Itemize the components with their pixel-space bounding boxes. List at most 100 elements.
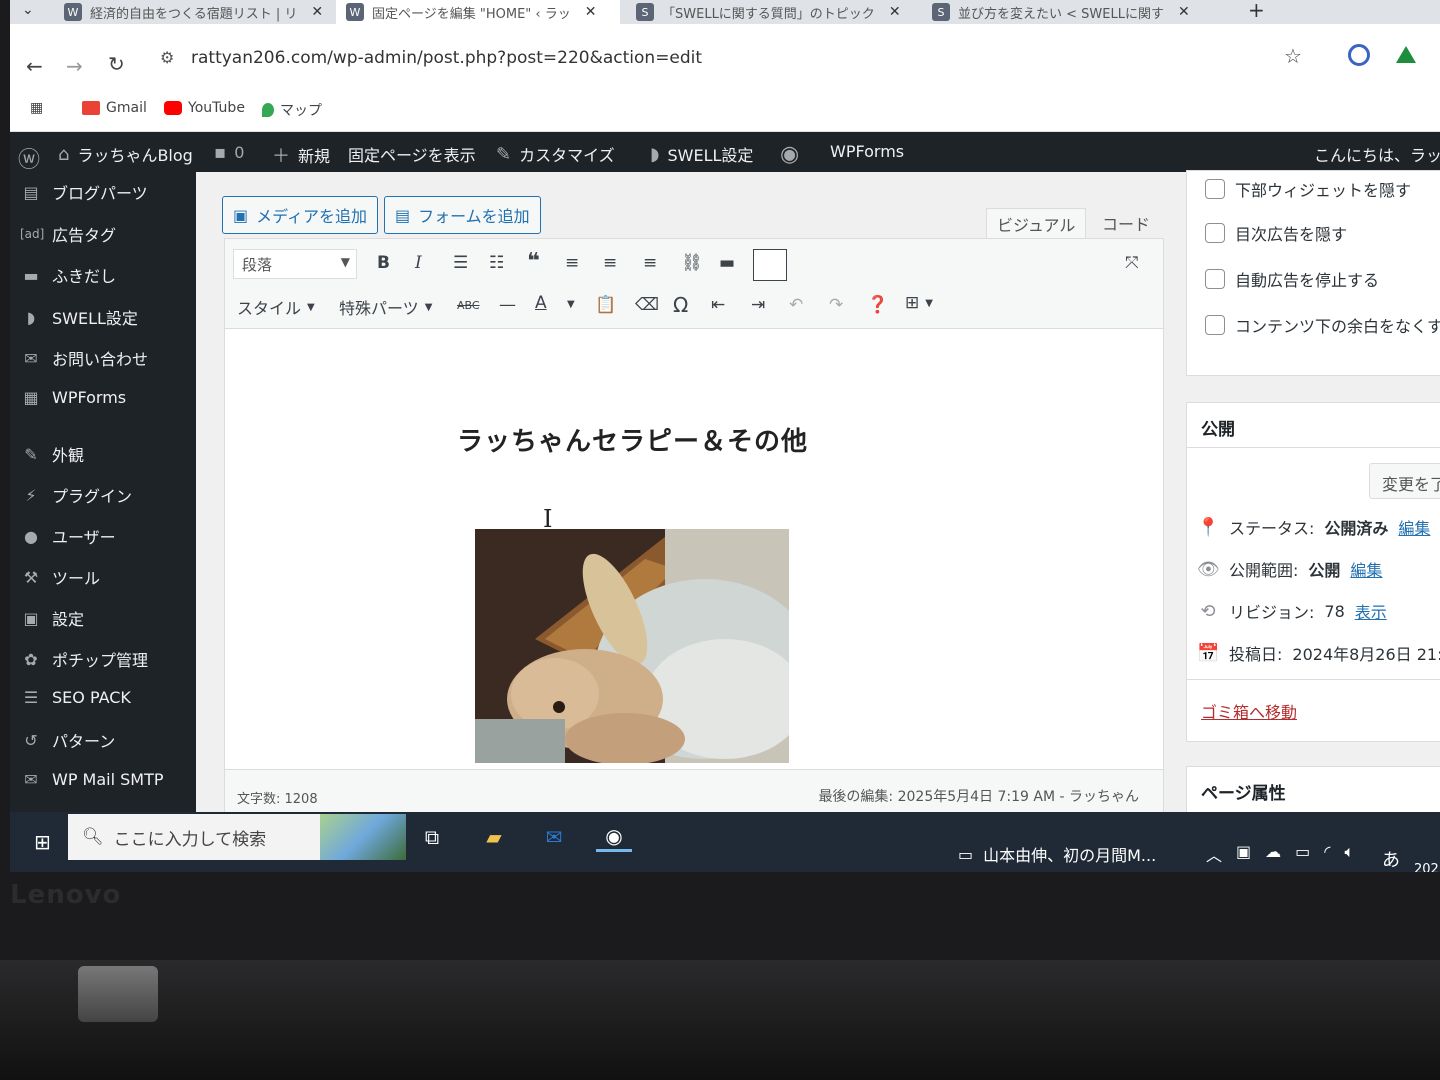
sidebar-item-balloon[interactable]: ▬ ふきだし xyxy=(20,263,116,287)
sidebar-item-plugins[interactable]: ⚡ プラグイン xyxy=(20,483,132,507)
status-edit-link[interactable]: 編集 xyxy=(1398,515,1430,539)
toolbar-toggle-icon[interactable] xyxy=(753,249,787,281)
checkbox[interactable] xyxy=(1205,223,1225,243)
sidebar-item-settings[interactable]: ▣ 設定 xyxy=(20,606,84,630)
admin-bar-wpforms[interactable]: WPForms xyxy=(830,142,904,161)
sidebar-item-ad-tag[interactable]: [ad] 広告タグ xyxy=(20,222,116,246)
admin-bar-wp-icon[interactable]: ◉ xyxy=(780,142,799,167)
sidebar-item-contact[interactable]: ✉ お問い合わせ xyxy=(20,346,148,370)
close-icon[interactable]: ✕ xyxy=(1178,4,1190,20)
text-color-icon[interactable]: A xyxy=(535,293,547,313)
page-title[interactable]: ラッちゃんセラピー＆その他 xyxy=(457,421,808,458)
outdent-icon[interactable]: ⇤ xyxy=(711,295,725,315)
file-explorer-icon[interactable]: ▰ xyxy=(476,822,512,852)
wordpress-logo-icon[interactable]: ⓦ xyxy=(18,142,40,174)
apps-grid-icon[interactable]: ▦ xyxy=(30,100,43,116)
chrome-icon[interactable]: ◉ xyxy=(596,822,632,852)
align-right-icon[interactable]: ≡ xyxy=(643,253,657,273)
admin-bar-comments[interactable]: ▪ 0 xyxy=(214,142,244,163)
revisions-show-link[interactable]: 表示 xyxy=(1355,599,1387,623)
browser-tab-4[interactable]: S 並び方を変えたい < SWELLに関す ✕ xyxy=(922,0,1228,24)
browser-tab-3[interactable]: S 「SWELLに関する質問」のトピック ✕ xyxy=(626,0,916,24)
taskbar-clock[interactable]: 202 xyxy=(1414,862,1439,872)
taskbar-search-input[interactable]: 🔍︎ ここに入力して検索 xyxy=(68,814,406,860)
horizontal-line-icon[interactable]: — xyxy=(499,295,516,315)
sidebar-item-users[interactable]: ● ユーザー xyxy=(20,524,116,548)
admin-bar-swell[interactable]: ◗ SWELL設定 xyxy=(650,142,753,166)
bookmark-star-icon[interactable]: ☆ xyxy=(1284,44,1302,68)
bookmark-maps[interactable]: マップ xyxy=(262,100,322,120)
battery-icon[interactable]: ▭ xyxy=(1295,842,1310,866)
undo-icon[interactable]: ↶ xyxy=(789,295,803,315)
text-color-chevron-icon[interactable]: ▼ xyxy=(567,299,575,310)
news-widget[interactable]: ▭ 山本由伸、初の月間M... xyxy=(958,842,1156,866)
admin-bar-greeting[interactable]: こんにちは、ラッ xyxy=(1314,142,1440,166)
table-icon[interactable]: ⊞ ▼ xyxy=(905,293,933,313)
tab-visual[interactable]: ビジュアル xyxy=(986,208,1087,238)
checkbox-remove-bottom-margin[interactable]: コンテンツ下の余白をなくす xyxy=(1205,313,1440,337)
dog-photo[interactable] xyxy=(475,529,789,763)
url-field[interactable]: rattyan206.com/wp-admin/post.php?post=22… xyxy=(191,48,702,68)
admin-bar-new[interactable]: ＋ 新規 xyxy=(272,142,330,168)
italic-icon[interactable]: I xyxy=(415,253,422,273)
page-attributes-title[interactable]: ページ属性 xyxy=(1201,779,1286,804)
clear-format-icon[interactable]: ⌫ xyxy=(635,295,659,315)
add-form-button[interactable]: ▤ フォームを追加 xyxy=(384,196,541,234)
bold-icon[interactable]: B xyxy=(377,253,390,273)
sidebar-item-patterns[interactable]: ↺ パターン xyxy=(20,728,115,752)
checkbox-hide-toc-ad[interactable]: 目次広告を隠す xyxy=(1205,221,1347,245)
blockquote-icon[interactable]: ❝ xyxy=(527,249,540,274)
forward-arrow-icon[interactable]: → xyxy=(66,54,83,78)
checkbox[interactable] xyxy=(1205,315,1225,335)
paste-text-icon[interactable]: 📋 xyxy=(595,295,616,315)
checkbox-hide-bottom-widget[interactable]: 下部ウィジェットを隠す xyxy=(1205,177,1411,201)
new-tab-plus-icon[interactable]: + xyxy=(1248,0,1265,22)
strikethrough-icon[interactable]: ABC xyxy=(457,299,480,312)
add-media-button[interactable]: ▣ メディアを追加 xyxy=(222,196,379,234)
drive-extension-icon[interactable] xyxy=(1396,46,1416,63)
sidebar-item-swell[interactable]: ◗ SWELL設定 xyxy=(20,305,138,329)
visibility-edit-link[interactable]: 編集 xyxy=(1350,557,1382,581)
admin-bar-view-page[interactable]: 固定ページを表示 xyxy=(348,142,476,166)
tab-code[interactable]: コード xyxy=(1092,208,1160,238)
browser-tab-1[interactable]: W 経済的自由をつくる宿題リスト | リ ✕ xyxy=(54,0,330,24)
special-parts-menu[interactable]: 特殊パーツ ▼ xyxy=(339,295,432,319)
admin-bar-site[interactable]: ⌂ ラッちゃんBlog xyxy=(58,142,193,166)
checkbox[interactable] xyxy=(1205,179,1225,199)
meet-icon[interactable]: ▣ xyxy=(1236,842,1251,866)
ime-indicator[interactable]: あ xyxy=(1382,846,1400,872)
format-select[interactable]: 段落 ▼ xyxy=(233,249,357,279)
onedrive-icon[interactable]: ☁ xyxy=(1265,842,1281,866)
sidebar-item-seo-pack[interactable]: ☰ SEO PACK xyxy=(20,688,131,707)
chevron-up-icon[interactable]: ︿ xyxy=(1206,842,1222,866)
back-arrow-icon[interactable]: ← xyxy=(26,54,43,78)
sidebar-item-tools[interactable]: ⚒ ツール xyxy=(20,565,100,589)
site-settings-icon[interactable]: ⚙ xyxy=(160,48,174,67)
align-left-icon[interactable]: ≡ xyxy=(565,253,579,273)
sidebar-item-appearance[interactable]: ✎ 外観 xyxy=(20,442,84,466)
read-more-icon[interactable]: ▬ xyxy=(719,253,735,273)
volume-icon[interactable]: 🔈︎ xyxy=(1344,842,1354,866)
style-menu[interactable]: スタイル ▼ xyxy=(237,295,315,319)
indent-icon[interactable]: ⇥ xyxy=(751,295,765,315)
link-icon[interactable]: ⛓ xyxy=(681,253,703,273)
redo-icon[interactable]: ↷ xyxy=(829,295,843,315)
close-icon[interactable]: ✕ xyxy=(585,4,597,20)
sidebar-item-blog-parts[interactable]: ▤ ブログパーツ xyxy=(20,180,147,204)
sidebar-item-wpforms[interactable]: ▦ WPForms xyxy=(20,388,126,407)
sidebar-item-pochipp[interactable]: ✿ ポチップ管理 xyxy=(20,647,148,671)
preview-changes-button[interactable]: 変更を了 xyxy=(1369,463,1440,499)
close-icon[interactable]: ✕ xyxy=(311,4,323,20)
reload-icon[interactable]: ↻ xyxy=(108,52,125,76)
checkbox-stop-auto-ads[interactable]: 自動広告を停止する xyxy=(1205,267,1379,291)
wifi-icon[interactable]: ◜ xyxy=(1324,842,1330,866)
checkbox[interactable] xyxy=(1205,269,1225,289)
browser-tab-2[interactable]: W 固定ページを編集 "HOME" ‹ ラッ ✕ xyxy=(336,0,620,24)
fullscreen-icon[interactable]: ⤧ xyxy=(1125,253,1139,273)
sidebar-item-wp-mail-smtp[interactable]: ✉ WP Mail SMTP xyxy=(20,770,163,789)
move-to-trash-link[interactable]: ゴミ箱へ移動 xyxy=(1201,699,1297,723)
tab-search-chevron-icon[interactable]: ⌄ xyxy=(22,2,34,18)
password-extension-icon[interactable] xyxy=(1348,44,1370,66)
omega-icon[interactable]: Ω xyxy=(673,293,688,317)
bookmark-gmail[interactable]: Gmail xyxy=(82,100,147,116)
